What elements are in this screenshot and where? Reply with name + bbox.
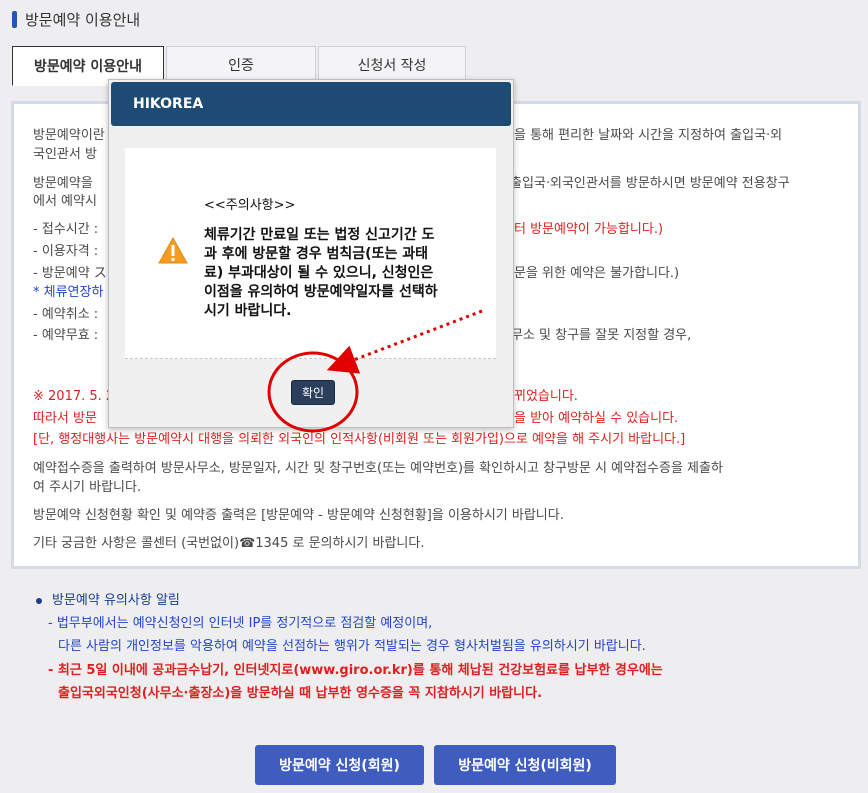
modal-message-line: 이점을 유의하여 방문예약일자를 선택하 [204, 284, 438, 300]
notice-title-text: 방문예약 유의사항 알림 [52, 593, 180, 608]
modal-message-line: 체류기간 만료일 또는 법정 신고기간 도 [204, 227, 435, 243]
content-line: 예약접수증을 출력하여 방문사무소, 방문일자, 시간 및 창구번호(또는 예약… [33, 461, 723, 476]
page-title: 방문예약 이용안내 [12, 9, 140, 29]
apply-nonmember-button[interactable]: 방문예약 신청(비회원) [434, 745, 616, 785]
content-line: 문을 위한 예약은 불가합니다.) [514, 266, 680, 281]
warning-icon [158, 237, 188, 264]
content-line: 을 받아 예약하실 수 있습니다. [514, 411, 679, 426]
content-line: - 예약무효 : [33, 328, 99, 343]
modal-message-line: 시기 바랍니다. [204, 303, 292, 319]
content-line: 기타 궁금한 사항은 콜센터 (국번없이)☎1345 로 문의하시기 바랍니다. [33, 536, 425, 551]
content-line: ※ 2017. 5. 2 [33, 389, 115, 404]
modal-message-line: 료) 부과대상이 될 수 있으니, 신청인은 [204, 265, 434, 281]
content-line: 방문예약을 [33, 176, 93, 191]
content-line: 방문예약이란 [33, 128, 105, 143]
notice-line: - 최근 5일 이내에 공과금수납기, 인터넷지로(www.giro.or.kr… [48, 663, 663, 678]
content-line: 을 통해 편리한 날짜와 시간을 지정하여 출입국·외 [514, 128, 783, 143]
notice-title: 방문예약 유의사항 알림 [36, 592, 180, 610]
modal-header: HIKOREA [111, 82, 511, 126]
content-line: 따라서 방문 [33, 411, 97, 426]
apply-member-button[interactable]: 방문예약 신청(회원) [255, 745, 424, 785]
content-line: - 예약취소 : [33, 307, 99, 322]
content-line: - 접수시간 : [33, 222, 99, 237]
notice-line: 다른 사람의 개인정보를 악용하여 예약을 선점하는 행위가 적발되는 경우 형… [58, 639, 646, 654]
page-title-text: 방문예약 이용안내 [25, 10, 141, 29]
bullet-icon [36, 597, 42, 604]
content-line: * 체류연장하 [33, 285, 104, 300]
warning-modal: HIKOREA <<주의사항>> 체류기간 만료일 또는 법정 신고기간 도 과… [108, 79, 514, 428]
content-line: 뀌었습니다. [514, 389, 578, 404]
modal-body: <<주의사항>> 체류기간 만료일 또는 법정 신고기간 도 과 후에 방문할 … [125, 148, 496, 359]
confirm-button[interactable]: 확인 [291, 380, 335, 405]
content-line: 국인관서 방 [33, 147, 97, 162]
content-line: 출입국·외국인관서를 방문하시면 방문예약 전용창구 [510, 176, 790, 191]
title-bar-marker [12, 10, 17, 28]
content-line: 무소 및 창구를 잘못 지정할 경우, [511, 328, 692, 343]
content-line: 방문예약 신청현황 확인 및 예약증 출력은 [방문예약 - 방문예약 신청현황… [33, 508, 564, 523]
modal-title: <<주의사항>> [204, 198, 296, 213]
content-line: 터 방문예약이 가능합니다.) [514, 222, 664, 237]
modal-message: 체류기간 만료일 또는 법정 신고기간 도 과 후에 방문할 경우 범칙금(또는… [204, 226, 474, 321]
content-line: [단, 행정대행사는 방문예약시 대행을 의뢰한 외국인의 인적사항(비회원 또… [33, 432, 686, 447]
content-line: 여 주시기 바랍니다. [33, 480, 142, 495]
content-line: - 방문예약 ス [33, 266, 107, 281]
notice-line: - 법무부에서는 예약신청인의 인터넷 IP를 정기적으로 점검할 예정이며, [48, 616, 433, 631]
content-line: 에서 예약시 [33, 194, 97, 209]
content-line: - 이용자격 : [33, 244, 99, 259]
modal-message-line: 과 후에 방문할 경우 범칙금(또는 과태 [204, 246, 428, 262]
notice-line: 출입국외국인청(사무소·출장소)을 방문하실 때 납부한 영수증을 꼭 지참하시… [58, 686, 543, 701]
